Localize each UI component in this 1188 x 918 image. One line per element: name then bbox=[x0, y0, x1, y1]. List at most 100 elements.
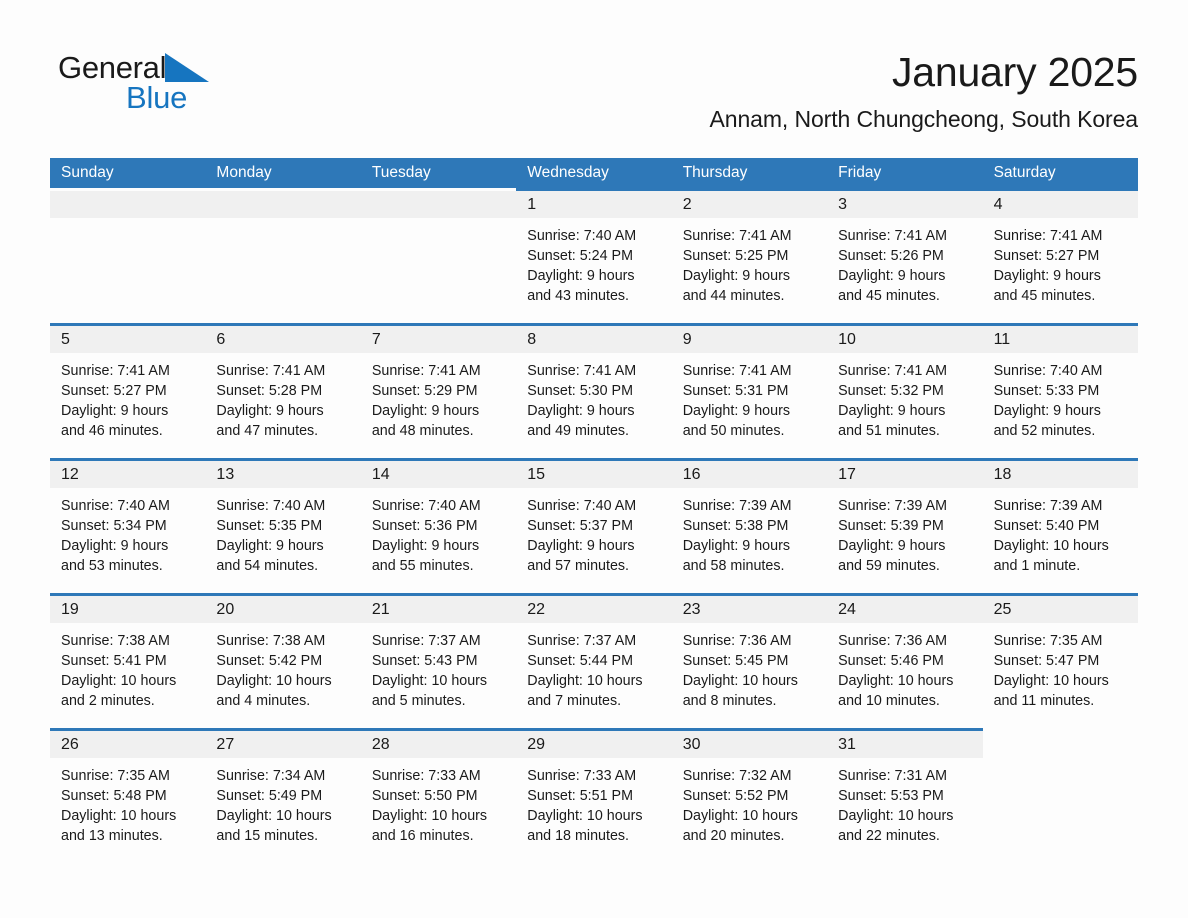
day-detail-line: Sunrise: 7:32 AM bbox=[682, 768, 792, 784]
day-detail-line: Daylight: 9 hours bbox=[993, 268, 1101, 284]
day-number-strip: 23 bbox=[671, 596, 828, 623]
day-cell[interactable]: 17 Sunrise: 7:39 AM Sunset: 5:39 PM Dayligh… bbox=[827, 458, 983, 588]
day-detail-line: Sunset: 5:40 PM bbox=[993, 518, 1100, 534]
day-detail-line: Sunset: 5:43 PM bbox=[371, 653, 478, 669]
day-details: Sunrise: 7:39 AM Sunset: 5:39 PM Daylight:… bbox=[827, 488, 982, 576]
day-number: 17 bbox=[838, 466, 856, 483]
day-detail-line: and 44 minutes. bbox=[682, 288, 785, 304]
day-cell[interactable]: 16 Sunrise: 7:39 AM Sunset: 5:38 PM Dayligh… bbox=[671, 458, 828, 588]
day-detail-line: and 55 minutes. bbox=[371, 558, 474, 574]
day-cell[interactable]: 30 Sunrise: 7:32 AM Sunset: 5:52 PM Dayligh… bbox=[671, 728, 828, 858]
day-cell[interactable]: 1 Sunrise: 7:40 AM Sunset: 5:24 PM Daylight… bbox=[516, 188, 672, 318]
day-number-strip: 13 bbox=[205, 461, 361, 488]
day-cell[interactable]: 14 Sunrise: 7:40 AM Sunset: 5:36 PM Dayligh… bbox=[360, 458, 517, 588]
day-number-strip: 3 bbox=[827, 191, 983, 218]
day-cell[interactable]: 20 Sunrise: 7:38 AM Sunset: 5:42 PM Dayligh… bbox=[205, 593, 361, 723]
day-detail-line: Sunrise: 7:40 AM bbox=[61, 498, 170, 514]
day-detail-line: and 45 minutes. bbox=[993, 288, 1096, 304]
day-details: Sunrise: 7:40 AM Sunset: 5:36 PM Daylight:… bbox=[361, 488, 516, 576]
day-cell[interactable]: 4 Sunrise: 7:41 AM Sunset: 5:27 PM Daylight… bbox=[982, 188, 1138, 318]
day-cell[interactable]: 9 Sunrise: 7:41 AM Sunset: 5:31 PM Daylight… bbox=[671, 323, 828, 453]
page-title: January 2025 bbox=[891, 49, 1138, 95]
day-detail-line: Daylight: 10 hours bbox=[682, 673, 798, 689]
day-detail-line: Daylight: 10 hours bbox=[838, 673, 954, 689]
day-cell[interactable]: 18 Sunrise: 7:39 AM Sunset: 5:40 PM Dayligh… bbox=[982, 458, 1138, 588]
day-cell[interactable]: 19 Sunrise: 7:38 AM Sunset: 5:41 PM Dayligh… bbox=[50, 593, 206, 723]
day-detail-line: Sunset: 5:24 PM bbox=[527, 248, 633, 264]
day-details: Sunrise: 7:33 AM Sunset: 5:51 PM Daylight:… bbox=[516, 758, 671, 846]
day-cell[interactable]: 5 Sunrise: 7:41 AM Sunset: 5:27 PM Daylight… bbox=[50, 323, 206, 453]
day-detail-line: Sunset: 5:33 PM bbox=[993, 383, 1100, 399]
day-detail-line: Daylight: 10 hours bbox=[838, 808, 954, 824]
day-details: Sunrise: 7:41 AM Sunset: 5:31 PM Daylight:… bbox=[672, 353, 827, 441]
day-cell[interactable]: 22 Sunrise: 7:37 AM Sunset: 5:44 PM Dayligh… bbox=[516, 593, 672, 723]
day-number: 26 bbox=[61, 736, 79, 753]
day-number: 27 bbox=[216, 736, 235, 753]
day-detail-line: and 8 minutes. bbox=[682, 693, 777, 709]
day-cell[interactable]: 23 Sunrise: 7:36 AM Sunset: 5:45 PM Dayligh… bbox=[671, 593, 828, 723]
day-number: 22 bbox=[527, 601, 546, 618]
day-number-strip: 31 bbox=[827, 731, 983, 758]
day-cell[interactable]: 8 Sunrise: 7:41 AM Sunset: 5:30 PM Daylight… bbox=[516, 323, 672, 453]
day-detail-line: Daylight: 10 hours bbox=[371, 673, 488, 689]
day-detail-line: and 13 minutes. bbox=[61, 828, 163, 844]
day-cell[interactable]: 21 Sunrise: 7:37 AM Sunset: 5:43 PM Dayligh… bbox=[360, 593, 517, 723]
calendar-week-row: 12 Sunrise: 7:40 AM Sunset: 5:34 PM Dayligh… bbox=[50, 458, 1138, 588]
day-detail-line: Daylight: 9 hours bbox=[838, 403, 946, 419]
day-detail-line: Daylight: 9 hours bbox=[838, 538, 946, 554]
day-cell[interactable]: 29 Sunrise: 7:33 AM Sunset: 5:51 PM Dayligh… bbox=[516, 728, 672, 858]
day-details: Sunrise: 7:40 AM Sunset: 5:34 PM Daylight:… bbox=[50, 488, 205, 576]
day-cell[interactable]: 27 Sunrise: 7:34 AM Sunset: 5:49 PM Dayligh… bbox=[205, 728, 361, 858]
calendar-page: General Blue January 2025 Annam, North C… bbox=[0, 0, 1188, 918]
day-detail-line: and 48 minutes. bbox=[371, 423, 474, 439]
day-cell[interactable]: 12 Sunrise: 7:40 AM Sunset: 5:34 PM Dayligh… bbox=[50, 458, 206, 588]
day-details: Sunrise: 7:39 AM Sunset: 5:38 PM Daylight:… bbox=[672, 488, 827, 576]
day-cell[interactable]: 24 Sunrise: 7:36 AM Sunset: 5:46 PM Dayligh… bbox=[827, 593, 983, 723]
day-cell[interactable]: 2 Sunrise: 7:41 AM Sunset: 5:25 PM Daylight… bbox=[671, 188, 828, 318]
day-details bbox=[983, 755, 1138, 763]
day-cell[interactable]: 10 Sunrise: 7:41 AM Sunset: 5:32 PM Dayligh… bbox=[827, 323, 983, 453]
day-number: 12 bbox=[61, 466, 79, 483]
day-cell[interactable]: 26 Sunrise: 7:35 AM Sunset: 5:48 PM Dayligh… bbox=[50, 728, 206, 858]
day-detail-line: Sunset: 5:30 PM bbox=[527, 383, 633, 399]
day-number-strip: 10 bbox=[827, 326, 983, 353]
general-blue-logo: General Blue bbox=[58, 50, 210, 115]
day-detail-line: Sunrise: 7:38 AM bbox=[216, 633, 326, 649]
day-number: 5 bbox=[61, 331, 70, 348]
day-detail-line: Sunrise: 7:36 AM bbox=[682, 633, 792, 649]
day-number-strip: 7 bbox=[360, 326, 517, 353]
day-number: 4 bbox=[993, 196, 1003, 213]
title-block: January 2025 Annam, North Chungcheong, S… bbox=[710, 48, 1139, 134]
day-number: 29 bbox=[527, 736, 546, 753]
day-cell[interactable]: 11 Sunrise: 7:40 AM Sunset: 5:33 PM Dayligh… bbox=[982, 323, 1138, 453]
day-cell[interactable]: 7 Sunrise: 7:41 AM Sunset: 5:29 PM Daylight… bbox=[360, 323, 517, 453]
day-detail-line: Sunset: 5:46 PM bbox=[838, 653, 944, 669]
day-details: Sunrise: 7:41 AM Sunset: 5:28 PM Daylight:… bbox=[205, 353, 360, 441]
day-detail-line: Sunset: 5:47 PM bbox=[993, 653, 1100, 669]
day-details: Sunrise: 7:35 AM Sunset: 5:48 PM Daylight:… bbox=[50, 758, 205, 846]
day-details: Sunrise: 7:41 AM Sunset: 5:27 PM Daylight:… bbox=[50, 353, 205, 441]
day-detail-line: and 20 minutes. bbox=[682, 828, 785, 844]
day-cell[interactable]: 31 Sunrise: 7:31 AM Sunset: 5:53 PM Dayligh… bbox=[827, 728, 983, 858]
day-cell[interactable]: 13 Sunrise: 7:40 AM Sunset: 5:35 PM Dayligh… bbox=[205, 458, 361, 588]
day-cell[interactable]: 15 Sunrise: 7:40 AM Sunset: 5:37 PM Dayligh… bbox=[516, 458, 672, 588]
day-cell[interactable]: 3 Sunrise: 7:41 AM Sunset: 5:26 PM Daylight… bbox=[827, 188, 983, 318]
day-cell[interactable]: 25 Sunrise: 7:35 AM Sunset: 5:47 PM Dayligh… bbox=[982, 593, 1138, 723]
day-detail-line: Sunset: 5:42 PM bbox=[216, 653, 323, 669]
day-details: Sunrise: 7:34 AM Sunset: 5:49 PM Daylight:… bbox=[205, 758, 360, 846]
page-header: General Blue January 2025 Annam, North C… bbox=[0, 0, 1188, 132]
day-cell[interactable]: 6 Sunrise: 7:41 AM Sunset: 5:28 PM Daylight… bbox=[205, 323, 361, 453]
day-cell[interactable]: 28 Sunrise: 7:33 AM Sunset: 5:50 PM Dayligh… bbox=[360, 728, 517, 858]
day-number-strip: 27 bbox=[205, 731, 361, 758]
day-detail-line: Sunset: 5:38 PM bbox=[682, 518, 789, 534]
day-detail-line: Sunset: 5:27 PM bbox=[993, 248, 1100, 264]
empty-day-cell bbox=[205, 188, 361, 318]
day-detail-line: Sunrise: 7:41 AM bbox=[682, 363, 792, 379]
weekday-header-friday: Friday bbox=[838, 164, 882, 181]
day-detail-line: and 5 minutes. bbox=[371, 693, 466, 709]
day-details bbox=[50, 218, 205, 226]
day-detail-line: Sunrise: 7:35 AM bbox=[993, 633, 1103, 649]
day-detail-line: and 46 minutes. bbox=[61, 423, 163, 439]
day-detail-line: and 50 minutes. bbox=[682, 423, 785, 439]
day-number-strip: 20 bbox=[205, 596, 361, 623]
